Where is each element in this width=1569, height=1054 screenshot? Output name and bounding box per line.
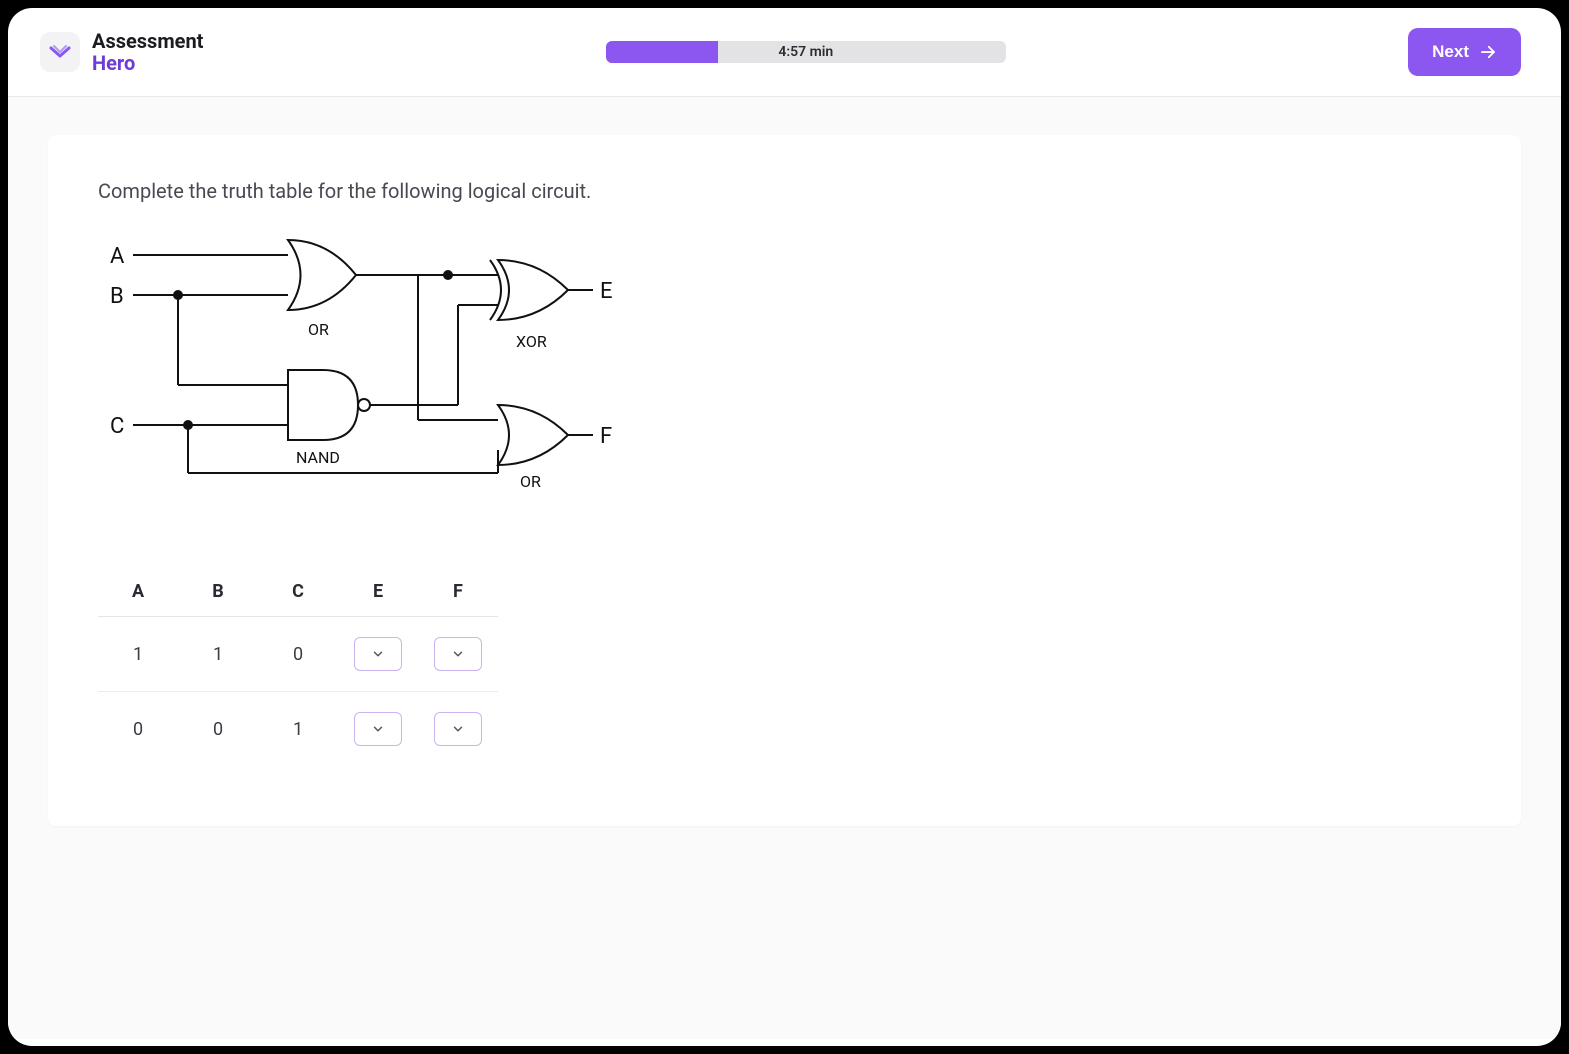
select-e-row2[interactable] (354, 712, 402, 746)
cell-a: 0 (98, 692, 178, 767)
logo-icon (40, 32, 80, 72)
th-e: E (338, 571, 418, 617)
truth-table: A B C E F 1 1 0 (98, 571, 498, 766)
question-prompt: Complete the truth table for the followi… (98, 179, 1471, 203)
th-b: B (178, 571, 258, 617)
table-row: 0 0 1 (98, 692, 498, 767)
chevron-down-icon (371, 722, 385, 736)
circuit-input-c: C (110, 414, 124, 439)
circuit-diagram: A B C E F OR NAND XOR OR (98, 225, 678, 515)
circuit-input-b: B (110, 284, 124, 309)
cell-b: 1 (178, 617, 258, 692)
gate-label-nand: NAND (296, 448, 340, 467)
gate-label-or2: OR (520, 472, 541, 491)
select-f-row1[interactable] (434, 637, 482, 671)
content-area: Complete the truth table for the followi… (8, 97, 1561, 1039)
gate-label-xor: XOR (516, 332, 547, 351)
brand-line2: Hero (92, 52, 203, 74)
chevron-down-icon (451, 647, 465, 661)
next-button-label: Next (1432, 42, 1469, 62)
gate-label-or1: OR (308, 320, 329, 339)
th-f: F (418, 571, 498, 617)
arrow-right-icon (1479, 43, 1497, 61)
brand: Assessment Hero (40, 30, 203, 74)
progress-fill (606, 41, 718, 63)
question-card: Complete the truth table for the followi… (48, 135, 1521, 826)
circuit-input-a: A (110, 244, 125, 269)
th-a: A (98, 571, 178, 617)
chevron-down-icon (451, 722, 465, 736)
progress-label: 4:57 min (778, 44, 833, 60)
header: Assessment Hero 4:57 min Next (8, 8, 1561, 97)
th-c: C (258, 571, 338, 617)
next-button[interactable]: Next (1408, 28, 1521, 76)
brand-text: Assessment Hero (92, 30, 203, 74)
cell-b: 0 (178, 692, 258, 767)
circuit-output-e: E (600, 279, 613, 304)
select-e-row1[interactable] (354, 637, 402, 671)
app-window: Assessment Hero 4:57 min Next Complete t… (8, 8, 1561, 1046)
circuit-output-f: F (600, 424, 612, 449)
cell-c: 0 (258, 617, 338, 692)
brand-line1: Assessment (92, 30, 203, 52)
progress-wrap: 4:57 min (203, 41, 1408, 63)
progress-bar: 4:57 min (606, 41, 1006, 63)
chevron-down-icon (371, 647, 385, 661)
cell-a: 1 (98, 617, 178, 692)
select-f-row2[interactable] (434, 712, 482, 746)
table-row: 1 1 0 (98, 617, 498, 692)
cell-c: 1 (258, 692, 338, 767)
